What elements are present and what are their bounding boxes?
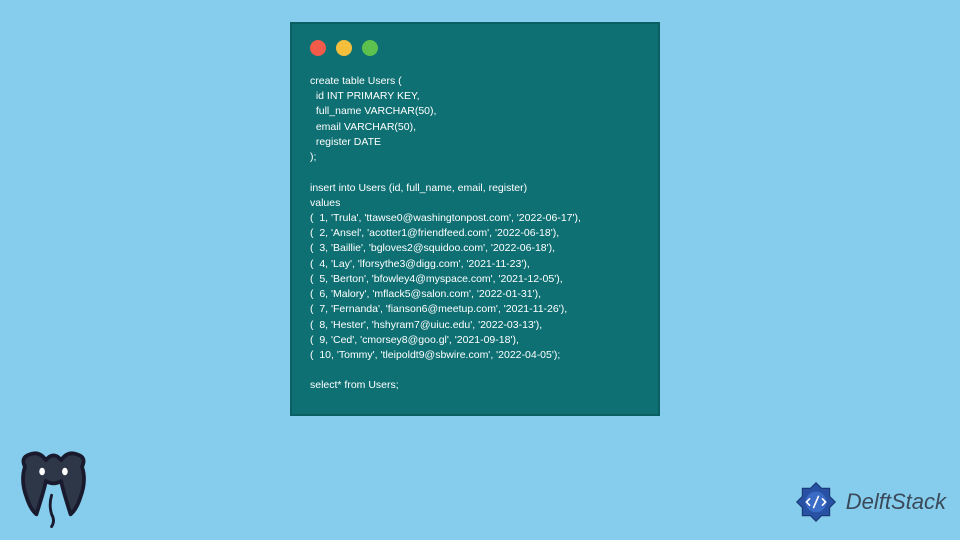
code-content: create table Users ( id INT PRIMARY KEY,… <box>310 74 640 394</box>
window-controls <box>310 40 640 56</box>
delftstack-brand: DelftStack <box>792 478 946 526</box>
maximize-icon[interactable] <box>362 40 378 56</box>
minimize-icon[interactable] <box>336 40 352 56</box>
postgresql-logo-icon <box>6 443 101 538</box>
delftstack-logo-icon <box>792 478 840 526</box>
code-window: create table Users ( id INT PRIMARY KEY,… <box>290 22 660 416</box>
brand-text: DelftStack <box>846 489 946 515</box>
close-icon[interactable] <box>310 40 326 56</box>
